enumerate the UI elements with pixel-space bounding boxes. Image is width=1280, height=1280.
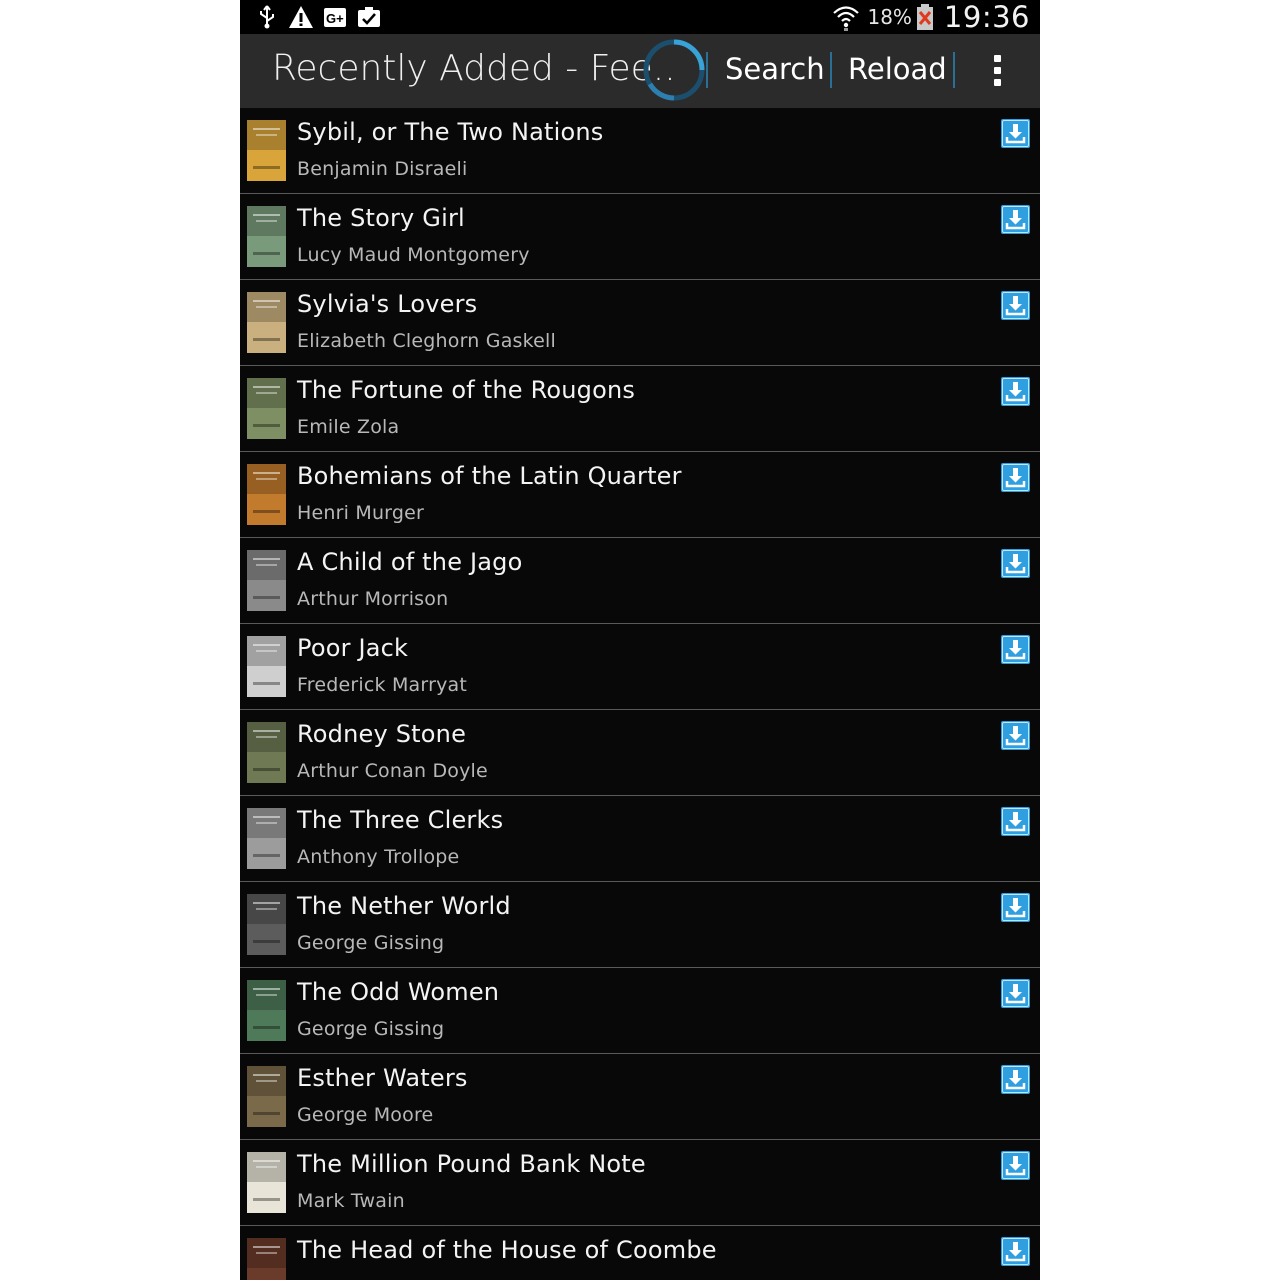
phone-screen: G+ 18% 19:36 Recently Added - Fee.. Sear… [240,0,1040,1280]
download-icon[interactable] [1001,549,1030,578]
book-author: Lucy Maud Montgomery [297,244,530,266]
book-title: Esther Waters [297,1064,468,1092]
clock: 19:36 [943,0,1030,34]
google-plus-icon: G+ [324,8,346,27]
download-icon[interactable] [1001,463,1030,492]
notification-icons: G+ [254,4,382,30]
list-item[interactable]: The Fortune of the Rougons Emile Zola [240,366,1040,452]
download-icon[interactable] [1001,635,1030,664]
action-divider [706,52,708,88]
svg-text:G+: G+ [326,11,344,26]
download-icon[interactable] [1001,807,1030,836]
book-cover-image [247,1066,286,1127]
clipboard-check-icon [358,7,380,27]
download-icon[interactable] [1001,205,1030,234]
list-item[interactable]: Poor Jack Frederick Marryat [240,624,1040,710]
book-title: The Odd Women [297,978,500,1006]
book-author: Mark Twain [297,1190,405,1212]
battery-percent: 18% [867,5,912,29]
action-divider [830,52,832,88]
list-item[interactable]: The Story Girl Lucy Maud Montgomery [240,194,1040,280]
book-title: The Million Pound Bank Note [297,1150,646,1178]
book-cover-image [247,894,286,955]
book-cover-image [247,980,286,1041]
book-cover-image [247,292,286,353]
book-cover-image [247,1152,286,1213]
list-item[interactable]: The Million Pound Bank Note Mark Twain [240,1140,1040,1226]
book-author: Henri Murger [297,502,425,524]
search-button[interactable]: Search [725,52,825,86]
download-icon[interactable] [1001,979,1030,1008]
book-author: Emile Zola [297,416,400,438]
book-title: The Head of the House of Coombe [297,1236,717,1264]
book-cover-image [247,1238,286,1280]
book-author: George Gissing [297,932,445,954]
list-item[interactable]: Esther Waters George Moore [240,1054,1040,1140]
book-cover-image [247,464,286,525]
battery-low-icon [916,4,933,30]
action-divider [953,52,955,88]
book-title: Sylvia's Lovers [297,290,478,318]
download-icon[interactable] [1001,291,1030,320]
overflow-menu-icon[interactable] [986,54,1010,88]
download-icon[interactable] [1001,1237,1030,1266]
book-cover-image [247,378,286,439]
list-item[interactable]: The Odd Women George Gissing [240,968,1040,1054]
book-author: George Gissing [297,1018,445,1040]
book-title: Rodney Stone [297,720,467,748]
download-icon[interactable] [1001,1151,1030,1180]
download-icon[interactable] [1001,893,1030,922]
book-cover-image [247,636,286,697]
reload-button[interactable]: Reload [848,52,947,86]
list-item[interactable]: The Head of the House of Coombe [240,1226,1040,1280]
download-icon[interactable] [1001,377,1030,406]
book-title: The Three Clerks [297,806,504,834]
list-item[interactable]: The Nether World George Gissing [240,882,1040,968]
wifi-icon [833,6,860,31]
list-item[interactable]: Sybil, or The Two Nations Benjamin Disrae… [240,108,1040,194]
list-item[interactable]: Rodney Stone Arthur Conan Doyle [240,710,1040,796]
book-title: The Fortune of the Rougons [297,376,636,404]
book-title: Poor Jack [297,634,409,662]
list-item[interactable]: The Three Clerks Anthony Trollope [240,796,1040,882]
warning-icon [289,6,313,28]
book-cover-image [247,722,286,783]
system-icons: 18% 19:36 [831,0,1030,34]
download-icon[interactable] [1001,721,1030,750]
book-title: Sybil, or The Two Nations [297,118,604,146]
status-bar: G+ 18% 19:36 [240,0,1040,34]
book-title: The Story Girl [297,204,465,232]
book-author: Frederick Marryat [297,674,468,696]
book-list: Sybil, or The Two Nations Benjamin Disrae… [240,108,1040,1280]
download-icon[interactable] [1001,119,1030,148]
book-author: George Moore [297,1104,434,1126]
book-author: Arthur Morrison [297,588,449,610]
book-cover-image [247,120,286,181]
book-title: Bohemians of the Latin Quarter [297,462,682,490]
list-item[interactable]: Bohemians of the Latin Quarter Henri Murg… [240,452,1040,538]
usb-icon [260,5,274,29]
download-icon[interactable] [1001,1065,1030,1094]
book-cover-image [247,808,286,869]
book-author: Anthony Trollope [297,846,460,868]
action-bar: Recently Added - Fee.. Search Reload [240,34,1040,108]
book-title: A Child of the Jago [297,548,523,576]
book-author: Arthur Conan Doyle [297,760,488,782]
book-title: The Nether World [297,892,511,920]
loading-spinner-icon [643,39,705,101]
book-author: Benjamin Disraeli [297,158,468,180]
list-item[interactable]: Sylvia's Lovers Elizabeth Cleghorn Gaskel… [240,280,1040,366]
book-cover-image [247,206,286,267]
list-item[interactable]: A Child of the Jago Arthur Morrison [240,538,1040,624]
book-author: Elizabeth Cleghorn Gaskell [297,330,557,352]
page-title: Recently Added - Fee.. [272,48,676,89]
book-cover-image [247,550,286,611]
